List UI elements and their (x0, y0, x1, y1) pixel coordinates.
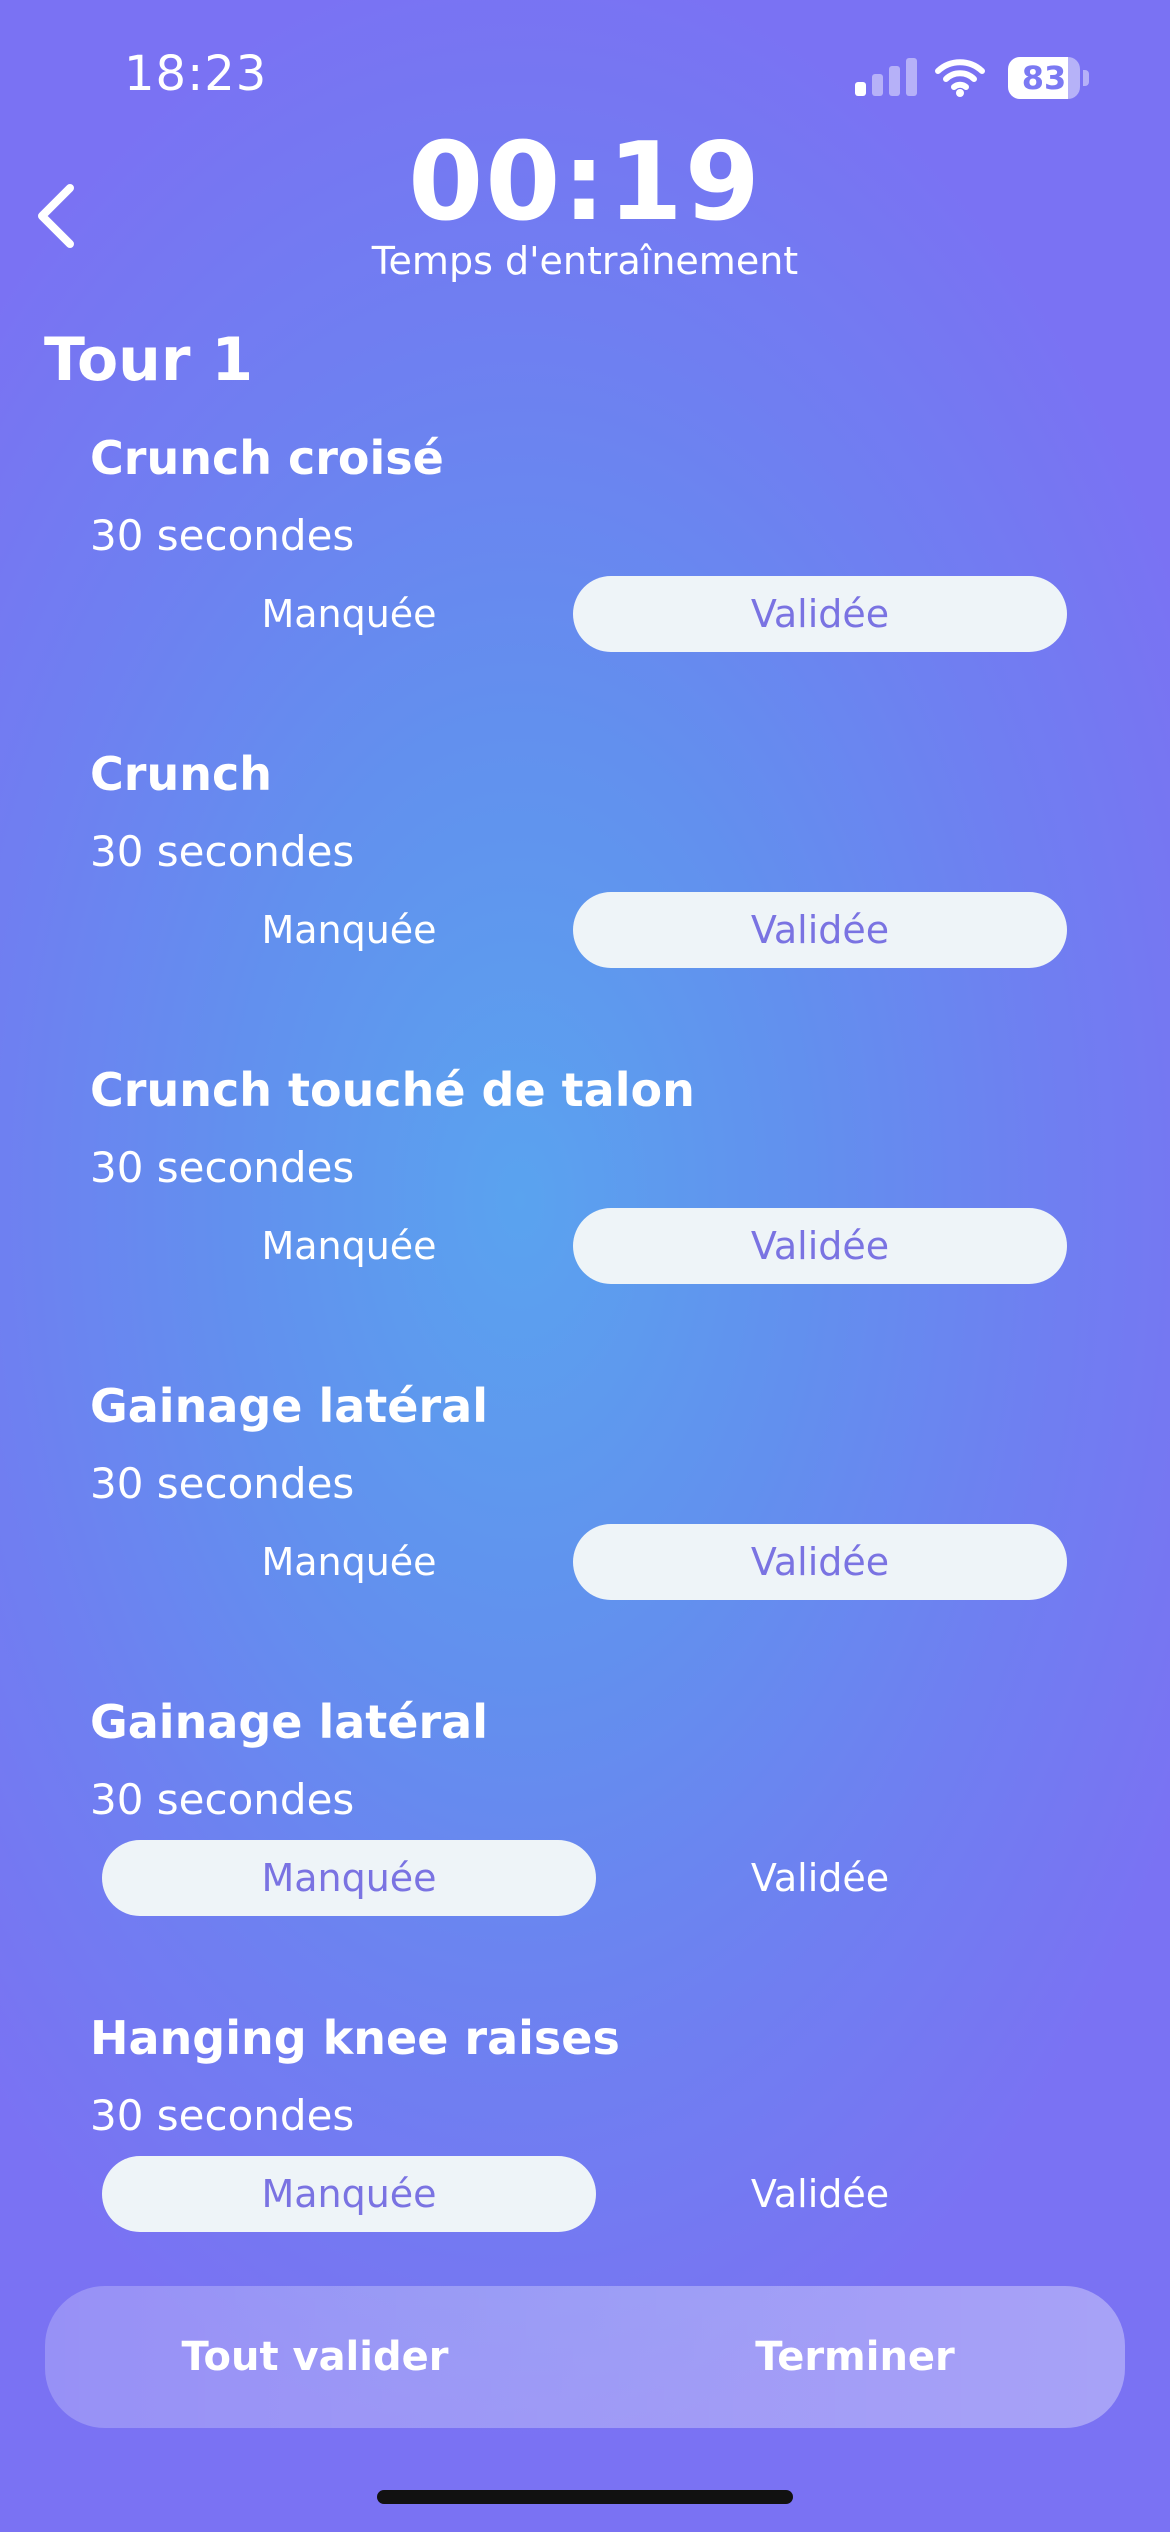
exercise-duration: 30 secondes (90, 1775, 355, 1824)
exercise-item: Gainage latéral 30 secondes Manquée Vali… (0, 1692, 1170, 1992)
wifi-icon (935, 59, 985, 97)
missed-button[interactable]: Manquée (102, 1840, 596, 1916)
exercise-item: Gainage latéral 30 secondes Manquée Vali… (0, 1376, 1170, 1676)
status-time: 18:23 (124, 46, 268, 102)
missed-button[interactable]: Manquée (102, 1208, 596, 1284)
finish-button[interactable]: Terminer (585, 2286, 1125, 2428)
validated-button[interactable]: Validée (573, 2156, 1067, 2232)
exercise-name: Crunch (90, 747, 272, 801)
validated-button[interactable]: Validée (573, 892, 1067, 968)
exercise-item: Crunch touché de talon 30 secondes Manqu… (0, 1060, 1170, 1360)
cellular-signal-icon (855, 58, 917, 96)
exercise-item: Crunch croisé 30 secondes Manquée Validé… (0, 428, 1170, 728)
exercise-name: Hanging knee raises (90, 2011, 620, 2065)
timer-label: Temps d'entraînement (371, 239, 799, 283)
exercise-item: Crunch 30 secondes Manquée Validée (0, 744, 1170, 1044)
validated-button[interactable]: Validée (573, 1840, 1067, 1916)
exercise-name: Gainage latéral (90, 1379, 488, 1433)
action-bar: Tout valider Terminer (45, 2286, 1125, 2428)
exercise-item: Hanging knee raises 30 secondes Manquée … (0, 2008, 1170, 2308)
exercise-duration: 30 secondes (90, 827, 355, 876)
exercise-duration: 30 secondes (90, 511, 355, 560)
missed-button[interactable]: Manquée (102, 892, 596, 968)
exercise-name: Gainage latéral (90, 1695, 488, 1749)
missed-button[interactable]: Manquée (102, 2156, 596, 2232)
validate-all-button[interactable]: Tout valider (45, 2286, 585, 2428)
validated-button[interactable]: Validée (573, 1208, 1067, 1284)
missed-button[interactable]: Manquée (102, 576, 596, 652)
battery-level: 83 (1021, 59, 1067, 97)
exercise-duration: 30 secondes (90, 1143, 355, 1192)
validated-button[interactable]: Validée (573, 576, 1067, 652)
validated-button[interactable]: Validée (573, 1524, 1067, 1600)
exercise-duration: 30 secondes (90, 1459, 355, 1508)
round-title: Tour 1 (44, 325, 254, 395)
exercise-name: Crunch croisé (90, 431, 444, 485)
battery-icon: 83 (1008, 57, 1089, 99)
missed-button[interactable]: Manquée (102, 1524, 596, 1600)
exercise-duration: 30 secondes (90, 2091, 355, 2140)
workout-timer: 00:19 (408, 120, 762, 245)
exercise-name: Crunch touché de talon (90, 1063, 695, 1117)
home-indicator (377, 2490, 793, 2504)
